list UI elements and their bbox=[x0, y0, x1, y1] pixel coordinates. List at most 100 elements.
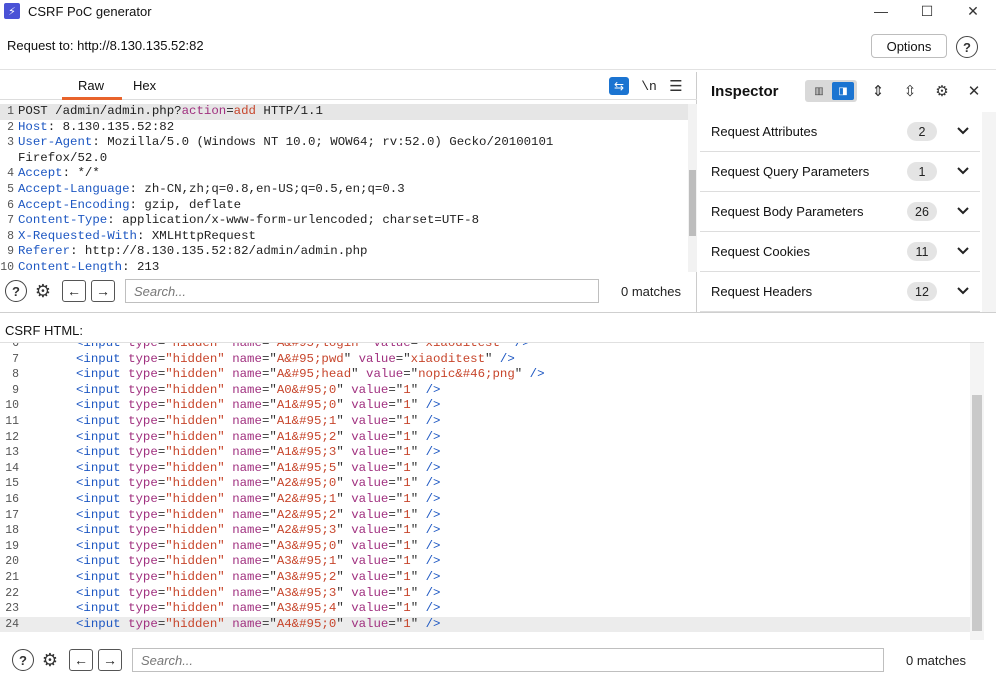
attr-value: 1 bbox=[403, 523, 411, 538]
csrf-search-input[interactable] bbox=[132, 648, 884, 672]
quote: " bbox=[336, 554, 344, 569]
attr-value: 1 bbox=[403, 398, 411, 413]
html-tag: <input bbox=[76, 445, 121, 460]
quote: " bbox=[410, 491, 419, 506]
inspector-row-request-headers[interactable]: Request Headers 12 bbox=[700, 272, 980, 312]
equals: =" bbox=[388, 429, 404, 444]
html-tag: <input bbox=[76, 367, 121, 382]
csrf-code-line: 18 <input type="hidden" name="A2&#95;3" v… bbox=[0, 523, 970, 539]
html-attr: name bbox=[232, 616, 262, 631]
inspector-header: Inspector ▥ ◨ ⇕ ⇳ ⚙ ✕ bbox=[698, 72, 996, 110]
help-icon[interactable]: ? bbox=[5, 280, 27, 302]
line-number: 2 bbox=[7, 120, 14, 134]
collapse-all-icon[interactable]: ⇳ bbox=[900, 81, 920, 101]
options-button[interactable]: Options bbox=[871, 34, 947, 58]
html-attr: type bbox=[128, 601, 158, 616]
html-attr: type bbox=[128, 429, 158, 444]
html-tag: /> bbox=[425, 538, 441, 553]
html-tag: <input bbox=[76, 429, 121, 444]
chevron-down-icon[interactable] bbox=[955, 242, 971, 260]
line-number: 14 bbox=[5, 461, 19, 475]
attr-value: A&#95;head bbox=[276, 367, 352, 382]
inspector-sections: Request Attributes 2 Request Query Param… bbox=[700, 112, 980, 312]
previous-match-button[interactable]: ← bbox=[69, 649, 93, 671]
request-search-input[interactable] bbox=[125, 279, 599, 303]
code-token: : 8.130.135.52:82 bbox=[47, 119, 175, 134]
code-line: 5 Accept-Language: zh-CN,zh;q=0.8,en-US;q… bbox=[0, 182, 688, 198]
csrf-code-line: 19 <input type="hidden" name="A3&#95;0" v… bbox=[0, 539, 970, 555]
quote: " bbox=[410, 413, 419, 428]
line-number: 10 bbox=[5, 399, 19, 413]
maximize-button[interactable]: ☐ bbox=[904, 0, 950, 22]
html-attr: type bbox=[128, 616, 158, 631]
help-icon[interactable]: ? bbox=[12, 649, 34, 671]
inspector-row-request-query-parameters[interactable]: Request Query Parameters 1 bbox=[700, 152, 980, 192]
list-layout-icon[interactable]: ▥ bbox=[808, 82, 830, 100]
pane-divider[interactable] bbox=[0, 312, 996, 313]
attr-value: 1 bbox=[403, 460, 411, 475]
next-match-button[interactable]: → bbox=[91, 280, 115, 302]
html-attr: name bbox=[232, 351, 262, 366]
help-icon[interactable]: ? bbox=[956, 36, 978, 58]
settings-gear-icon[interactable]: ⚙ bbox=[39, 649, 61, 671]
csrf-html-text-area[interactable]: 6 <input type="hidden" name="A&#95;login"… bbox=[0, 342, 970, 633]
minimize-button[interactable]: — bbox=[858, 0, 904, 22]
tab-hex[interactable]: Hex bbox=[133, 78, 156, 93]
tab-raw[interactable]: Raw bbox=[78, 78, 104, 93]
code-line: 8 X-Requested-With: XMLHttpRequest bbox=[0, 229, 688, 245]
inspector-row-request-cookies[interactable]: Request Cookies 11 bbox=[700, 232, 980, 272]
request-editor-panel: Raw Hex ⇆ \n ☰ 1 POST /admin/admin.php?ac… bbox=[0, 72, 697, 312]
html-attr: value bbox=[351, 413, 389, 428]
code-token: add bbox=[233, 104, 256, 118]
count-badge: 1 bbox=[907, 162, 937, 181]
html-attr: value bbox=[351, 538, 389, 553]
previous-match-button[interactable]: ← bbox=[62, 280, 86, 302]
html-tag: <input bbox=[76, 554, 121, 569]
split-layout-icon[interactable]: ◨ bbox=[832, 82, 854, 100]
window-controls: — ☐ ✕ bbox=[858, 0, 996, 22]
html-attr: name bbox=[232, 491, 262, 506]
html-tag: /> bbox=[514, 342, 530, 350]
close-inspector-icon[interactable]: ✕ bbox=[964, 81, 984, 101]
html-attr: type bbox=[128, 342, 158, 350]
inspector-title: Inspector bbox=[711, 83, 779, 100]
close-window-button[interactable]: ✕ bbox=[950, 0, 996, 22]
code-line: 7 Content-Type: application/x-www-form-ur… bbox=[0, 213, 688, 229]
html-attr: value bbox=[351, 476, 389, 491]
equals: =" bbox=[388, 460, 404, 475]
code-token: POST /admin/admin.php? bbox=[18, 104, 182, 118]
chevron-down-icon[interactable] bbox=[955, 202, 971, 220]
line-number: 8 bbox=[12, 368, 19, 382]
inspector-scrollbar[interactable] bbox=[982, 112, 996, 312]
request-scrollbar-thumb[interactable] bbox=[689, 170, 696, 236]
quote: " bbox=[336, 398, 344, 413]
expand-all-icon[interactable]: ⇕ bbox=[868, 81, 888, 101]
inspector-row-request-body-parameters[interactable]: Request Body Parameters 26 bbox=[700, 192, 980, 232]
inspector-row-label: Request Query Parameters bbox=[711, 164, 870, 179]
chevron-down-icon[interactable] bbox=[955, 122, 971, 140]
csrf-html-label: CSRF HTML: bbox=[5, 323, 83, 338]
chevron-down-icon[interactable] bbox=[955, 282, 971, 300]
attr-value: A1&#95;2 bbox=[276, 429, 337, 444]
inspector-row-label: Request Attributes bbox=[711, 124, 818, 139]
csrf-scrollbar-thumb[interactable] bbox=[972, 395, 982, 631]
attr-value: A1&#95;0 bbox=[276, 398, 337, 413]
code-line: 9 Referer: http://8.130.135.52:82/admin/a… bbox=[0, 244, 688, 260]
chevron-down-icon[interactable] bbox=[955, 162, 971, 180]
settings-gear-icon[interactable]: ⚙ bbox=[32, 280, 54, 302]
word-wrap-icon[interactable]: ⇆ bbox=[609, 77, 629, 95]
request-text-area[interactable]: 1 POST /admin/admin.php?action=add HTTP/1… bbox=[0, 104, 688, 272]
html-tag: <input bbox=[76, 507, 121, 522]
quote: " bbox=[336, 601, 344, 616]
quote: " bbox=[514, 367, 523, 382]
editor-menu-icon[interactable]: ☰ bbox=[668, 77, 684, 95]
line-number: 7 bbox=[12, 352, 19, 366]
show-newlines-icon[interactable]: \n bbox=[641, 77, 657, 95]
equals: =" bbox=[261, 476, 277, 491]
inspector-settings-gear-icon[interactable]: ⚙ bbox=[932, 81, 952, 101]
html-tag: <input bbox=[76, 398, 121, 413]
inspector-row-request-attributes[interactable]: Request Attributes 2 bbox=[700, 112, 980, 152]
code-token: : zh-CN,zh;q=0.8,en-US;q=0.5,en;q=0.3 bbox=[129, 181, 405, 196]
html-attr: value bbox=[351, 398, 389, 413]
next-match-button[interactable]: → bbox=[98, 649, 122, 671]
